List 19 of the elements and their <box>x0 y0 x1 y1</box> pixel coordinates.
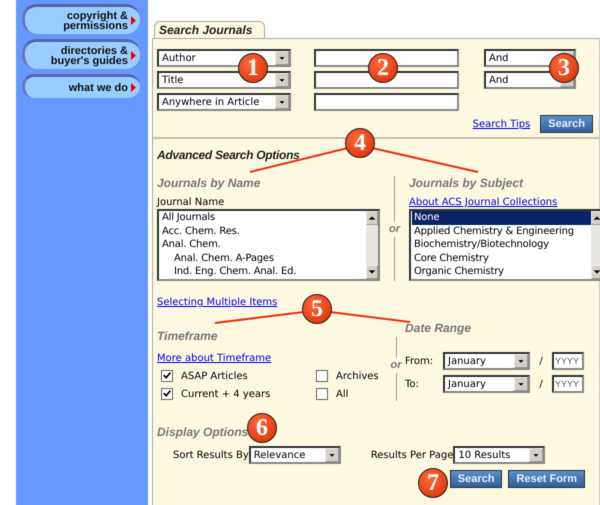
checkbox-label: All <box>336 388 348 400</box>
section-heading: Advanced Search Options <box>157 148 300 162</box>
checkbox-label: Archives <box>336 370 379 382</box>
field-label: Results Per Page <box>370 450 454 460</box>
section-subheading: Journals by Name <box>157 176 260 190</box>
section-subheading: Journals by Subject <box>409 176 524 190</box>
checkbox-label: ASAP Articles <box>181 370 248 382</box>
or-label: or <box>389 222 400 236</box>
section-subheading: Display Options <box>157 425 248 439</box>
section-subheading: Date Range <box>405 321 472 335</box>
field-label: Sort Results By <box>173 450 249 460</box>
field-label: From: <box>405 356 434 366</box>
separator: / <box>538 378 544 390</box>
or-label: or <box>390 358 402 373</box>
field-label: To: <box>405 378 420 390</box>
field-label: Journal Name <box>157 197 226 208</box>
checkbox-label: Current + 4 years <box>181 388 270 400</box>
section-subheading: Timeframe <box>157 329 218 343</box>
separator: / <box>538 356 544 366</box>
